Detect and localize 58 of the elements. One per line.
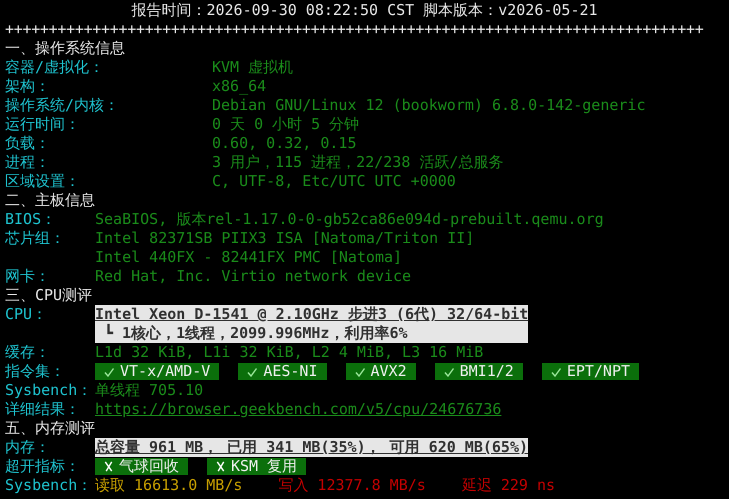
cross-icon <box>103 460 114 473</box>
feature-badge: BMI1/2 <box>434 363 523 380</box>
field-value: 单线程 705.10 <box>95 381 204 399</box>
feature-badge: KSM 复用 <box>207 458 306 475</box>
divider-line: ++++++++++++++++++++++++++++++++++++++++++++++++++++++++++++++++++++++++++++++++ <box>5 20 704 38</box>
field-label: 进程： <box>5 153 51 172</box>
check-icon <box>246 366 258 378</box>
report-header: 报告时间：2026-09-30 08:22:50 CST 脚本版本：v2026-05-21 <box>131 1 598 19</box>
field-value: x86_64 <box>212 77 266 95</box>
bench-result: 延迟 229 ns <box>462 476 556 495</box>
field-label: 操作系统/内核： <box>5 96 120 115</box>
feature-badge: AVX2 <box>346 363 416 380</box>
field-label: CPU： <box>5 305 48 324</box>
field-label: 指令集： <box>5 362 66 381</box>
field-value: C, UTF-8, Etc/UTC UTC +0000 <box>212 172 456 190</box>
section-title: 一、操作系统信息 <box>5 39 125 57</box>
section-title: 二、主板信息 <box>5 191 95 209</box>
highlight-text: 总容量 961 MB， 已用 341 MB(35%)， 可用 620 MB(65%) <box>95 438 528 456</box>
bench-result: 写入 12377.8 MB/s <box>278 476 426 495</box>
section-title: 三、CPU测评 <box>5 286 92 304</box>
feature-badge: AES-NI <box>238 363 326 380</box>
field-label: 缓存： <box>5 343 51 362</box>
field-value: 0 天 0 小时 5 分钟 <box>212 115 360 133</box>
field-value: Red Hat, Inc. Virtio network device <box>95 267 412 285</box>
feature-badge: EPT/NPT <box>542 363 640 380</box>
field-label: 超开指标： <box>5 457 81 476</box>
field-value: L1d 32 KiB, L1i 32 KiB, L2 4 MiB, L3 16 MiB <box>95 343 484 361</box>
section-title: 五、内存测评 <box>5 419 95 437</box>
highlight-text: ┗ 1核心，1线程，2099.996MHz，利用率6% <box>103 324 408 342</box>
field-label: 网卡： <box>5 267 51 286</box>
field-value: 0.60, 0.32, 0.15 <box>212 134 356 152</box>
field-label: Sysbench： <box>5 476 94 495</box>
feature-badge: VT-x/AMD-V <box>95 363 220 380</box>
field-label: 负载： <box>5 134 51 153</box>
check-icon <box>103 366 115 378</box>
field-value: SeaBIOS, 版本rel-1.17.0-0-gb52ca86e094d-prebuilt.qemu.org <box>95 210 604 228</box>
bench-result: 读取 16613.0 MB/s <box>95 476 242 495</box>
field-value: Intel 440FX - 82441FX PMC [Natoma] <box>95 248 402 266</box>
field-label: 芯片组： <box>5 229 66 248</box>
cross-icon <box>215 460 226 473</box>
field-label: 内存： <box>5 438 51 457</box>
field-label: 架构： <box>5 77 51 96</box>
field-value: 3 用户，115 进程，22/238 活跃/总服务 <box>212 153 504 171</box>
check-icon <box>442 366 455 378</box>
check-icon <box>354 366 366 378</box>
field-label: 详细结果： <box>5 400 81 419</box>
field-label: 运行时间： <box>5 115 81 134</box>
result-link[interactable]: https://browser.geekbench.com/v5/cpu/24676736 <box>95 400 502 418</box>
field-label: BIOS： <box>5 210 58 229</box>
field-label: Sysbench： <box>5 381 94 400</box>
feature-badge: 气球回收 <box>95 458 188 475</box>
check-icon <box>550 366 562 378</box>
highlight-text: Intel Xeon D-1541 @ 2.10GHz 步进3 (6代) 32/64-bit <box>95 305 528 323</box>
field-label: 容器/虚拟化： <box>5 58 106 77</box>
field-value: Intel 82371SB PIIX3 ISA [Natoma/Triton II] <box>95 229 474 247</box>
field-label: 区域设置： <box>5 172 81 191</box>
field-value: Debian GNU/Linux 12 (bookworm) 6.8.0-142-generic <box>212 96 646 114</box>
field-value: KVM 虚拟机 <box>212 58 294 76</box>
